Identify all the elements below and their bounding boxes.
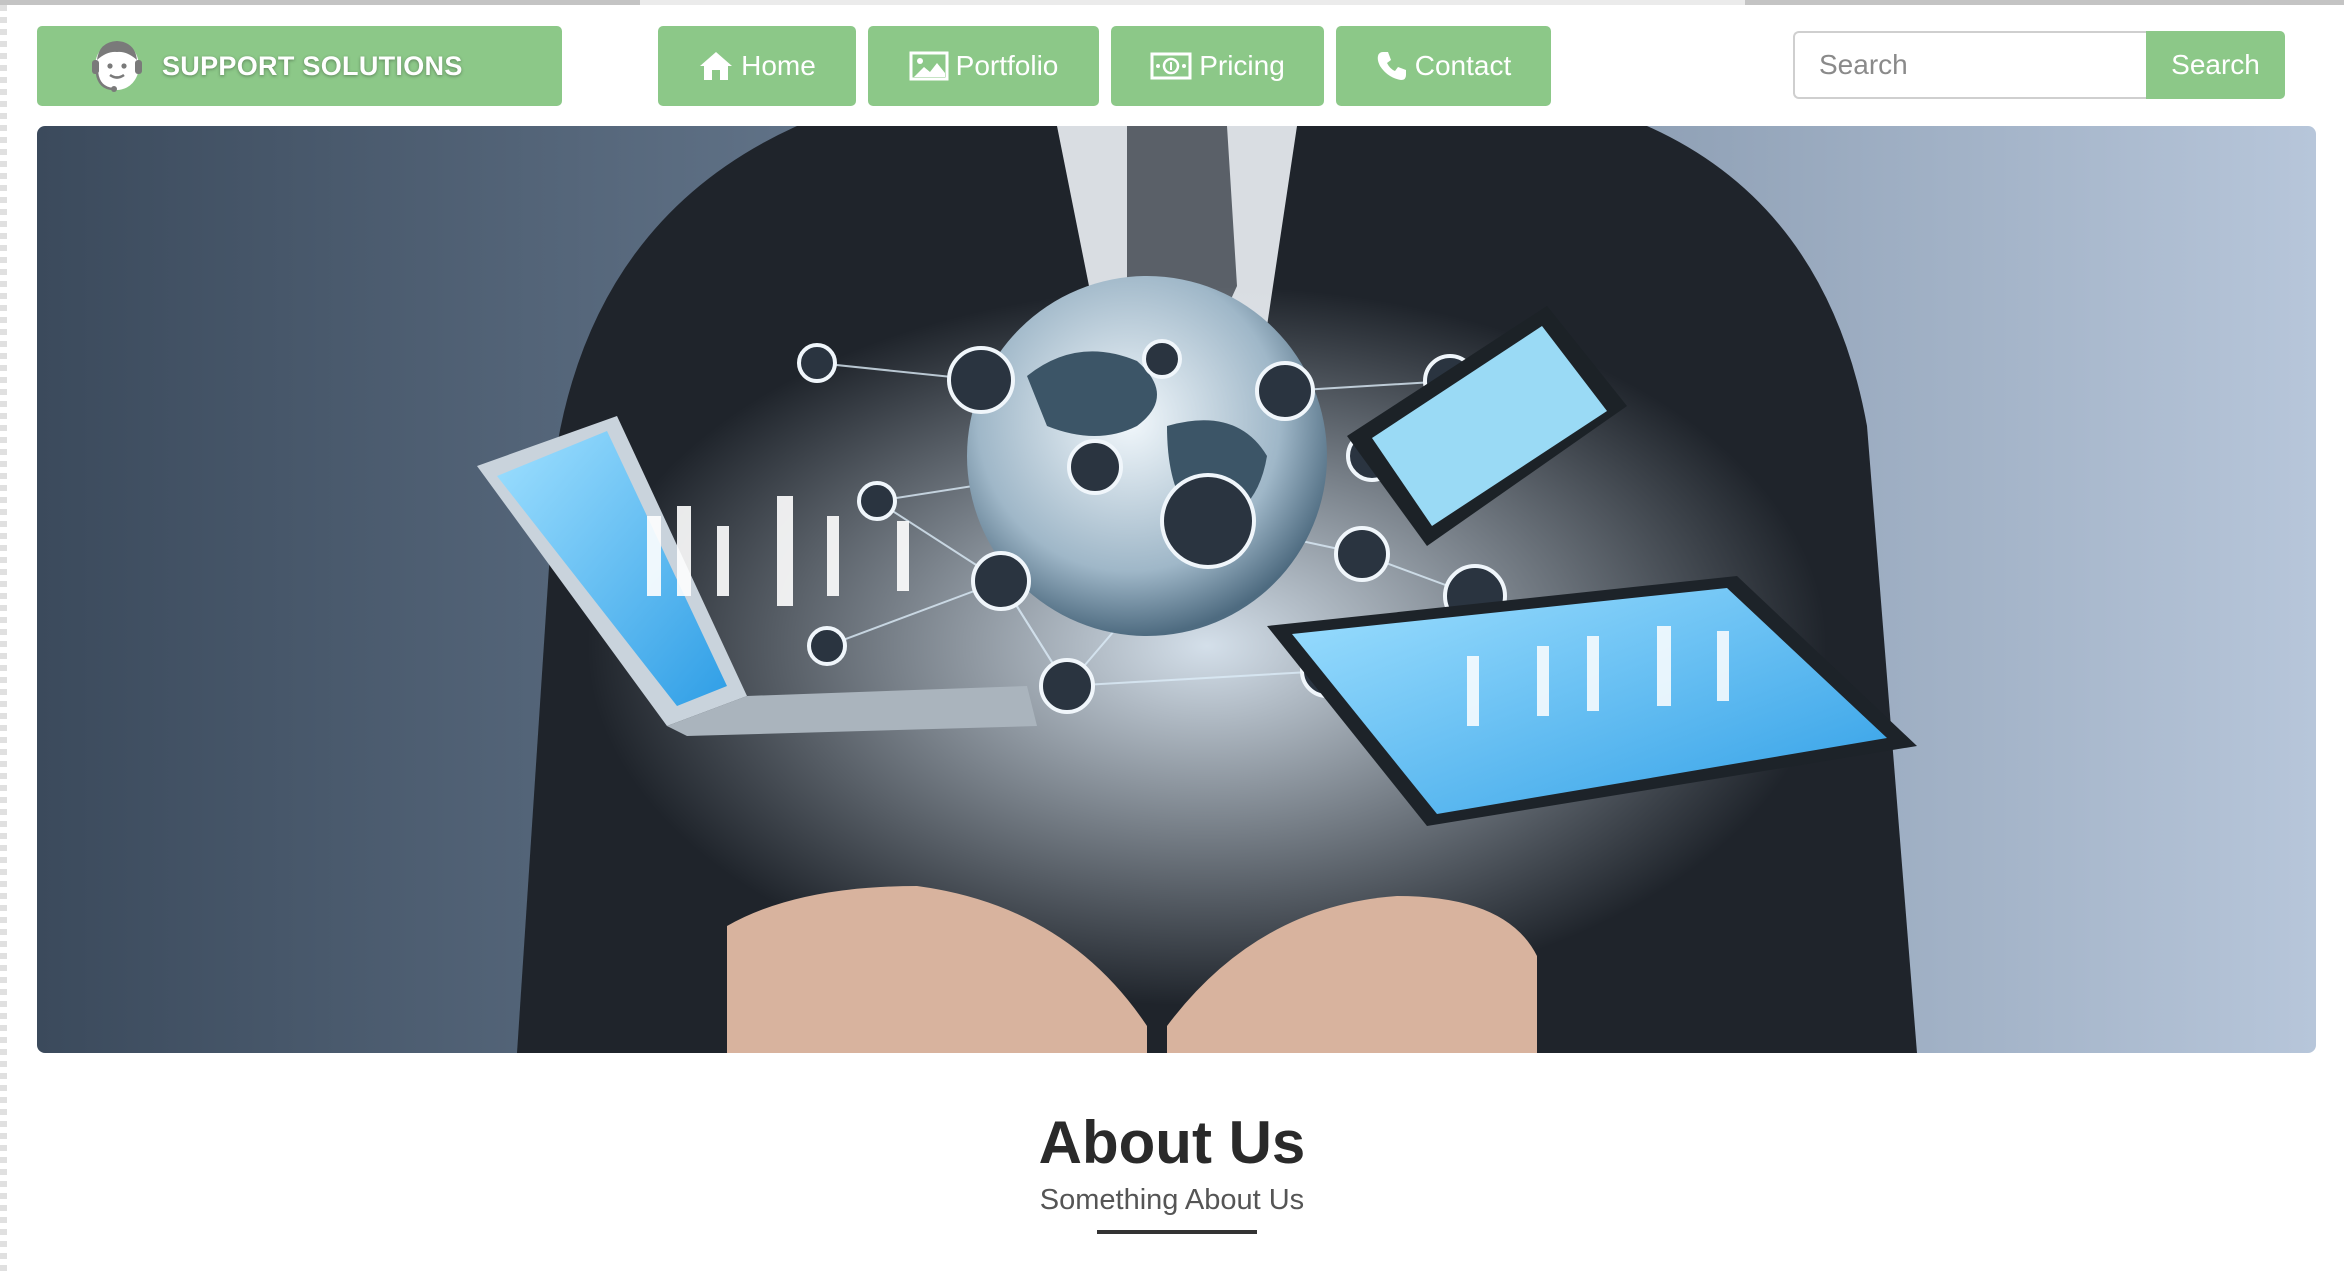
nav-contact-label: Contact [1414, 50, 1512, 81]
nav-contact-button[interactable]: Contact [1336, 26, 1551, 106]
money-bill-icon [1150, 51, 1192, 81]
nav-portfolio-label: Portfolio [955, 50, 1059, 81]
nav-home-label: Home [741, 50, 816, 81]
window-top-bar [0, 0, 2344, 5]
search-input[interactable] [1793, 31, 2147, 99]
picture-icon [909, 50, 949, 82]
about-title: About Us [1038, 1109, 1306, 1176]
brand-name: SUPPORT SOLUTIONS [162, 50, 463, 81]
hero-banner-image [37, 126, 2316, 1053]
nav-pricing-label: Pricing [1199, 50, 1285, 81]
search-button[interactable]: Search [2146, 31, 2285, 99]
headset-support-icon [87, 36, 147, 96]
phone-icon [1376, 50, 1408, 82]
nav-home-button[interactable]: Home [658, 26, 856, 106]
nav-pricing-button[interactable]: Pricing [1111, 26, 1324, 106]
home-icon [698, 50, 734, 82]
page-left-edge [0, 5, 7, 1274]
about-divider [1097, 1230, 1257, 1234]
nav-portfolio-button[interactable]: Portfolio [868, 26, 1099, 106]
about-subtitle: Something About Us [1039, 1184, 1305, 1216]
brand-logo-button[interactable]: SUPPORT SOLUTIONS [37, 26, 562, 106]
